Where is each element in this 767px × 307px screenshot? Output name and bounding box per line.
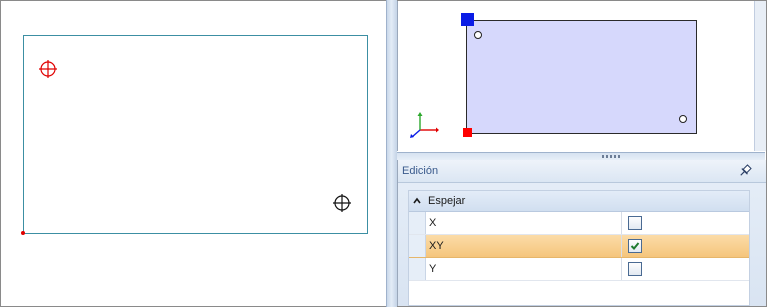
column-divider [621,212,622,234]
preview-scrollbar[interactable] [754,1,766,151]
crosshair-target-icon[interactable] [38,59,58,79]
panel-header: Edición [398,160,766,183]
circle-handle-top-left[interactable] [474,31,482,39]
splitter-grip[interactable] [602,155,622,158]
corner-handle-top-left[interactable] [461,13,474,26]
preview-pane[interactable] [397,1,754,151]
corner-handle-bottom-left[interactable] [463,128,472,137]
checkmark-icon [630,242,640,250]
xyz-axis-gizmo-icon [410,112,439,138]
vertical-splitter[interactable] [386,0,397,307]
column-divider [621,235,622,257]
circle-handle-bottom-right[interactable] [679,115,687,123]
property-row-xy[interactable]: XY [409,235,749,258]
property-name: Y [429,263,437,275]
preview-shape[interactable] [466,20,697,134]
pin-icon[interactable] [738,164,752,178]
crosshair-target-icon[interactable] [332,193,352,213]
property-row-x[interactable]: X [409,212,749,235]
checkbox-xy[interactable] [628,239,642,253]
property-grid: Espejar X XY Y [408,190,750,306]
row-gutter [409,212,426,234]
origin-point-marker[interactable] [21,231,25,235]
property-row-y[interactable]: Y [409,258,749,281]
row-gutter [409,235,426,257]
property-name: XY [429,240,444,252]
property-name: X [429,217,437,229]
group-label: Espejar [428,195,466,207]
column-divider [621,258,622,280]
row-gutter [409,258,426,280]
checkbox-x[interactable] [628,216,642,230]
drawing-canvas[interactable] [1,1,385,305]
chevron-up-icon[interactable] [412,196,422,206]
sheet-outline[interactable] [23,35,368,234]
panel-title: Edición [402,165,439,177]
checkbox-y[interactable] [628,262,642,276]
edit-panel: Edición Espejar X XY Y [397,160,766,306]
group-header-espejar[interactable]: Espejar [409,191,749,212]
